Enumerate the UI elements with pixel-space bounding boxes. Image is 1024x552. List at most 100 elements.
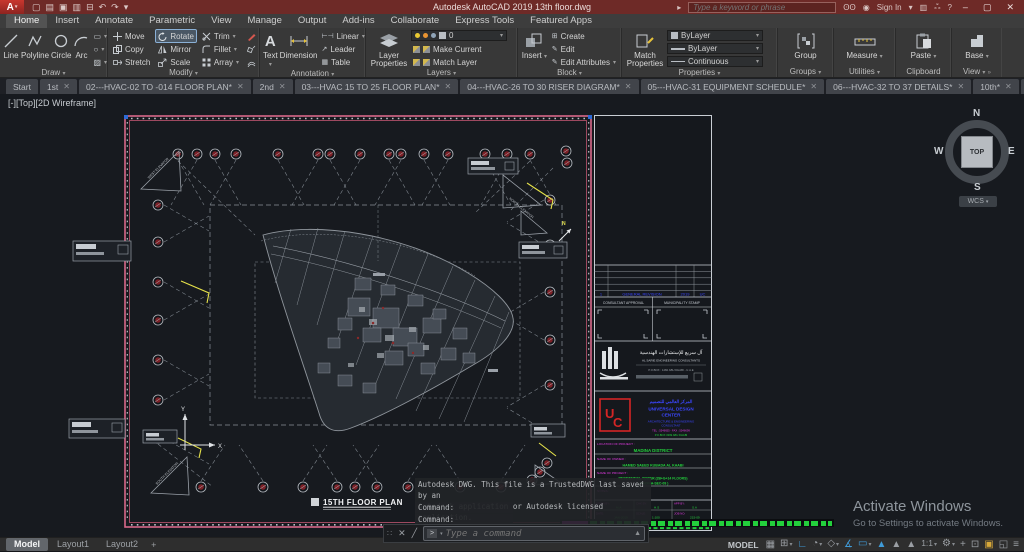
layers-panel-label[interactable]: Layers ▾ [366, 68, 517, 78]
dimension-button[interactable]: Dimension [280, 30, 318, 60]
properties-panel-label[interactable]: Properties ▾ [622, 68, 777, 78]
save-icon[interactable]: ▣ [59, 0, 68, 14]
ellipse-tool-button[interactable]: ○▾ [91, 43, 109, 55]
ribbon-tab-collaborate[interactable]: Collaborate [383, 14, 448, 28]
ribbon-tab-insert[interactable]: Insert [47, 14, 87, 28]
polyline-button[interactable]: Polyline [21, 30, 49, 60]
block-panel-label[interactable]: Block ▾ [518, 68, 621, 78]
redo-icon[interactable]: ↷ [111, 0, 119, 14]
fillet-button[interactable]: Fillet▾ [200, 43, 241, 55]
edit-block-button[interactable]: ✎Edit [550, 43, 618, 55]
customization-icon[interactable]: ≡ [1012, 538, 1020, 551]
paste-button[interactable]: Paste ▾ [907, 30, 940, 61]
sign-in-dropdown-icon[interactable]: ▾ [909, 3, 913, 12]
rotate-button[interactable]: Rotate [156, 30, 196, 42]
crosshair-icon[interactable]: + [959, 538, 967, 551]
object-color-combo[interactable]: ByLayer▾ [667, 30, 763, 41]
file-tab-02-hvac-02-to-014-floor-plan[interactable]: 02---HVAC-02 TO -014 FLOOR PLAN*✕ [79, 79, 251, 94]
file-tab-start[interactable]: Start [6, 79, 38, 94]
save-as-icon[interactable]: ▥ [73, 0, 82, 14]
viewcube-north[interactable]: N [973, 108, 980, 119]
close-tab-icon[interactable]: ✕ [237, 82, 244, 91]
circle-button[interactable]: Circle [51, 30, 71, 60]
polar-tracking-icon[interactable]: ◔▾ [811, 537, 823, 552]
close-tab-icon[interactable]: ✕ [445, 82, 452, 91]
text-button[interactable]: A Text ▾ [263, 30, 278, 69]
create-block-button[interactable]: ⊞Create [550, 30, 618, 42]
command-expand-icon[interactable]: ▲ [634, 530, 641, 537]
maximize-button[interactable]: ▢ [979, 2, 996, 13]
new-layout-icon[interactable]: + [147, 540, 160, 550]
modify-panel-label[interactable]: Modify ▾ [108, 68, 259, 78]
match-layer-button[interactable]: Match Layer [411, 56, 514, 68]
open-file-icon[interactable]: ▤ [46, 0, 55, 14]
close-tab-icon[interactable]: ✕ [1005, 82, 1012, 91]
layout-tab-layout1[interactable]: Layout1 [49, 538, 97, 551]
plot-icon[interactable]: ⊟ [86, 0, 94, 14]
recent-commands-icon[interactable]: ▾ [440, 531, 443, 537]
help-icon[interactable]: ? [947, 3, 951, 12]
ortho-mode-icon[interactable]: ∟ [796, 538, 808, 551]
array-button[interactable]: Array▾ [200, 56, 241, 68]
snap-mode-icon[interactable]: ⊞▾ [779, 537, 793, 552]
base-button[interactable]: Base ▾ [961, 30, 994, 61]
group-button[interactable]: Group [789, 30, 822, 60]
ribbon-tab-view[interactable]: View [203, 14, 239, 28]
autoscale-icon[interactable]: ▲ [890, 538, 902, 551]
layer-select-combo[interactable]: 0 ▾ [411, 30, 507, 41]
clean-screen-icon[interactable]: ◱ [998, 538, 1009, 551]
layer-properties-button[interactable]: Layer Properties [369, 30, 409, 68]
isolate-objects-icon[interactable]: ⊡ [970, 538, 980, 551]
file-tab-04-hvac-26-to-30-riser-diagram[interactable]: 04---HVAC-26 TO 30 RISER DIAGRAM*✕ [460, 79, 638, 94]
file-tab-06-hvac-32-to-37-details[interactable]: 06---HVAC-32 TO 37 DETAILS*✕ [826, 79, 971, 94]
layout-tab-layout2[interactable]: Layout2 [98, 538, 146, 551]
layout-tab-model[interactable]: Model [6, 538, 48, 551]
model-space-indicator[interactable]: MODEL [728, 540, 759, 550]
file-tab-05-hvac-31-equipment-schedule[interactable]: 05---HVAC-31 EQUIPMENT SCHEDULE*✕ [641, 79, 825, 94]
ribbon-tab-annotate[interactable]: Annotate [87, 14, 141, 28]
viewcube-south[interactable]: S [974, 182, 981, 193]
undo-icon[interactable]: ↶ [99, 0, 107, 14]
dock-wrench-icon[interactable]: ╱ [409, 528, 420, 539]
arc-button[interactable]: Arc [73, 30, 89, 60]
stretch-button[interactable]: Stretch [111, 56, 152, 68]
copy-button[interactable]: Copy [111, 43, 152, 55]
search-arrow-icon[interactable]: ▸ [677, 3, 681, 12]
annotation-scale-people-icon[interactable]: ▲ [905, 538, 917, 551]
dock-close-icon[interactable]: ✕ [395, 528, 409, 539]
scale-button[interactable]: Scale [156, 56, 196, 68]
groups-panel-label[interactable]: Groups ▾ [778, 67, 833, 77]
close-tab-icon[interactable]: ✕ [63, 82, 70, 91]
line-button[interactable]: Line [3, 30, 19, 60]
ribbon-tab-parametric[interactable]: Parametric [141, 14, 203, 28]
viewcube[interactable]: N W E S TOP WCS▾ [944, 110, 1010, 210]
rectangle-tool-button[interactable]: ▭▾ [91, 30, 109, 42]
insert-block-button[interactable]: Insert ▾ [521, 30, 548, 61]
grid-display-icon[interactable]: ▦ [765, 538, 776, 551]
object-snap-icon[interactable]: ▭▾ [857, 537, 872, 552]
make-current-button[interactable]: Make Current [411, 43, 514, 55]
view-panel-label[interactable]: View ▾ » [952, 67, 1002, 77]
move-button[interactable]: Move [111, 30, 152, 42]
clipboard-panel-label[interactable]: Clipboard [896, 67, 951, 77]
mirror-button[interactable]: Mirror [156, 43, 196, 55]
search-binoculars-icon[interactable]: ʘʘ [843, 3, 855, 12]
viewport-controls[interactable]: [-][Top][2D Wireframe] [8, 98, 96, 108]
annotation-scale-control[interactable]: 1:1▾ [920, 537, 938, 552]
ribbon-tab-express-tools[interactable]: Express Tools [447, 14, 522, 28]
close-tab-icon[interactable]: ✕ [279, 82, 286, 91]
file-tab-1st[interactable]: 1st✕ [40, 79, 77, 94]
viewcube-west[interactable]: W [934, 146, 943, 157]
minimize-button[interactable]: – [959, 2, 972, 12]
new-file-icon[interactable]: ▢ [32, 0, 41, 14]
erase-button[interactable] [245, 30, 258, 42]
graphics-performance-icon[interactable]: ▣ [983, 538, 994, 551]
sign-in-button[interactable]: Sign In [877, 3, 902, 12]
file-tab-2nd[interactable]: 2nd✕ [253, 79, 293, 94]
hatch-tool-button[interactable]: ▨▾ [91, 56, 109, 68]
linear-dimension-button[interactable]: ⊢⊣Linear▾ [319, 30, 366, 42]
annotation-panel-label[interactable]: Annotation ▾ [260, 69, 365, 79]
measure-button[interactable]: Measure ▾ [845, 30, 885, 61]
explode-button[interactable] [245, 43, 258, 55]
wcs-selector[interactable]: WCS▾ [959, 196, 997, 207]
